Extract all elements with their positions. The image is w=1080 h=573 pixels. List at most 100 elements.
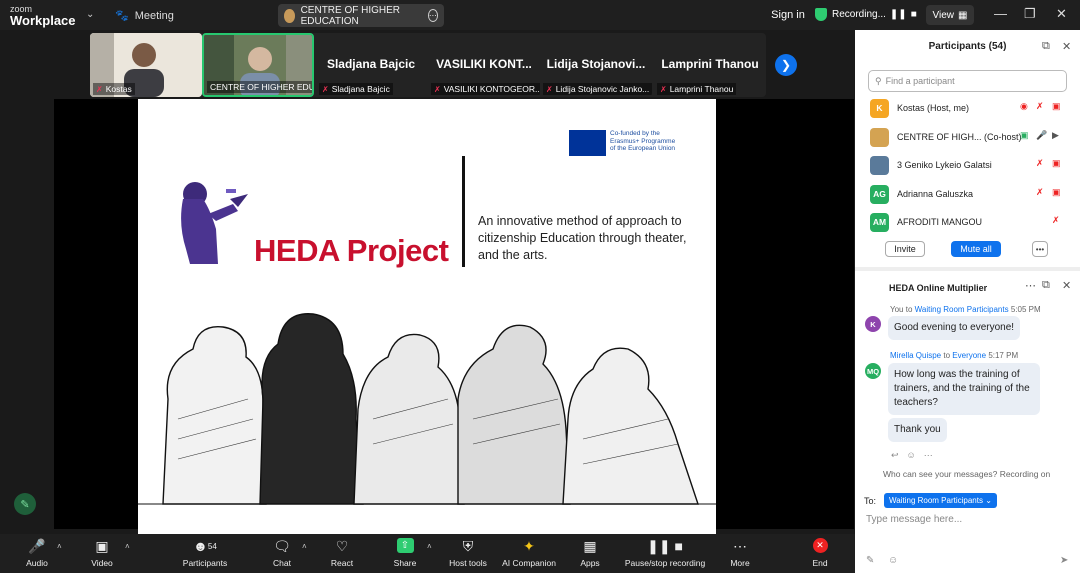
tile-label: Sladjana Bajcic [326, 57, 416, 71]
invite-button[interactable]: Invite [885, 241, 925, 257]
view-button[interactable]: View ▦ [926, 5, 974, 25]
pause-icon[interactable]: ❚❚ [890, 9, 907, 20]
participants-more-button[interactable]: ••• [1032, 241, 1048, 257]
brand-big: Workplace [10, 13, 76, 28]
sign-in-button[interactable]: Sign in [768, 5, 808, 25]
grid-icon: ▦ [958, 9, 968, 21]
more-icon[interactable]: ⋯ [924, 450, 933, 461]
chat-icon: 🗨 [273, 538, 291, 554]
recipient-dropdown[interactable]: Waiting Room Participants ⌄ [884, 493, 997, 508]
participant-row[interactable]: 3 Geniko Lykeio Galatsi ✗ ▣ [870, 152, 1070, 178]
video-button[interactable]: ▣ Video [72, 538, 132, 568]
participant-name: Kostas (Host, me) [897, 103, 970, 113]
message-meta: Mirella Quispe to Everyone 5:17 PM [890, 351, 1019, 360]
encryption-shield-icon[interactable] [815, 8, 827, 21]
view-label: View [932, 9, 955, 21]
emoji-icon[interactable]: ☺ [888, 555, 898, 566]
participant-row[interactable]: AM AFRODITI MANGOU ✗ [870, 209, 1070, 235]
video-off-icon[interactable]: ▣ [1052, 101, 1061, 112]
chevron-up-icon[interactable]: ˄ [427, 542, 432, 551]
to-label: To: [864, 495, 877, 506]
video-tile-vasiliki[interactable]: VASILIKI KONT... ✗ VASILIKI KONTOGEOR... [428, 33, 540, 97]
slide-divider [462, 156, 465, 267]
more-icon[interactable]: ⋯ [427, 9, 439, 22]
title-bar: zoom Workplace ⌄ 🐾 Meeting CENTRE OF HIG… [0, 0, 1080, 30]
popout-icon[interactable]: ⧉ [1042, 279, 1050, 292]
chevron-up-icon[interactable]: ˄ [57, 542, 62, 551]
participant-name: 3 Geniko Lykeio Galatsi [897, 160, 992, 170]
stop-icon[interactable]: ■ [911, 9, 917, 20]
video-off-icon[interactable]: ▣ [1052, 187, 1061, 198]
format-icon[interactable]: ✎ [866, 555, 874, 566]
share-button[interactable]: ⇧ Share [375, 538, 435, 568]
meeting-toolbar: 🎤 Audio ˄ ▣ Video ˄ ☻54 Participants 🗨 C… [0, 534, 855, 573]
more-button[interactable]: ⋯ More [710, 538, 770, 568]
tile-name: CENTRE OF HIGHER EDU... [207, 81, 312, 93]
tile-label: Lamprini Thanou [661, 57, 759, 71]
mic-off-icon[interactable]: ✗ [1036, 101, 1044, 112]
heart-icon: ♡ [335, 538, 349, 554]
mic-off-icon: ✗ [434, 84, 441, 94]
video-tile-centre[interactable]: CENTRE OF HIGHER EDU... [202, 33, 314, 97]
who-can-see-notice[interactable]: Who can see your messages? Recording on [883, 469, 1050, 479]
chat-message-input[interactable]: Type message here... [866, 514, 962, 525]
host-tools-button[interactable]: ⛨ Host tools [438, 538, 498, 568]
message-actions: ↩ ☺ ⋯ [891, 450, 933, 461]
video-off-icon[interactable]: ▣ [1052, 158, 1061, 169]
app-logo[interactable]: zoom Workplace [10, 4, 76, 27]
participant-row[interactable]: K Kostas (Host, me) ◉ ✗ ▣ [870, 95, 1070, 121]
mute-all-button[interactable]: Mute all [951, 241, 1001, 257]
meeting-tab[interactable]: CENTRE OF HIGHER EDUCATION ⋯ [278, 4, 444, 27]
meeting-menu[interactable]: 🐾 Meeting [115, 9, 174, 23]
tile-name: ✗ Sladjana Bajcic [319, 83, 393, 95]
apps-button[interactable]: ▦ Apps [560, 538, 620, 568]
recording-indicator[interactable]: Recording... ❚❚ ■ [832, 9, 917, 20]
sparkle-icon: ✦ [523, 538, 535, 554]
emoji-icon[interactable]: ☺ [907, 450, 916, 461]
end-button[interactable]: ✕ End [790, 538, 850, 568]
participant-search-input[interactable]: ⚲ Find a participant [868, 70, 1067, 92]
video-camera-icon: ▣ [95, 538, 109, 554]
video-icon[interactable]: ▶ [1052, 130, 1059, 141]
chevron-up-icon[interactable]: ˄ [302, 542, 307, 551]
tile-label: VASILIKI KONT... [436, 57, 532, 71]
ai-companion-button[interactable]: ✦ AI Companion [499, 538, 559, 568]
mic-off-icon[interactable]: ✗ [1052, 215, 1060, 226]
reply-icon[interactable]: ↩ [891, 450, 899, 461]
share-screen-icon: ⇧ [396, 538, 414, 553]
participants-button[interactable]: ☻54 Participants [175, 538, 235, 568]
video-tile-kostas[interactable]: ✗ Kostas [90, 33, 202, 97]
close-chat-icon[interactable]: ✕ [1062, 279, 1071, 292]
search-placeholder: Find a participant [885, 76, 955, 86]
mic-off-icon[interactable]: ✗ [1036, 187, 1044, 198]
annotate-pencil-icon[interactable]: ✎ [14, 493, 36, 515]
send-icon[interactable]: ➤ [1060, 555, 1068, 566]
chevron-down-icon[interactable]: ⌄ [86, 9, 94, 20]
chevron-right-icon: ❯ [780, 58, 792, 72]
restore-icon[interactable]: ❐ [1024, 6, 1036, 22]
chevron-up-icon[interactable]: ˄ [125, 542, 130, 551]
tile-name: ✗ Kostas [93, 83, 135, 95]
chat-message[interactable]: How long was the training of trainers, a… [888, 363, 1040, 415]
more-icon[interactable]: ⋯ [1025, 279, 1036, 292]
video-tile-sladjana[interactable]: Sladjana Bajcic ✗ Sladjana Bajcic [316, 33, 426, 97]
popout-icon[interactable]: ⧉ [1042, 40, 1050, 53]
recording-label: Recording... [832, 9, 886, 20]
mic-off-icon: 🎤 [28, 538, 46, 554]
mic-icon[interactable]: 🎤 [1036, 130, 1047, 141]
minimize-icon[interactable]: — [994, 6, 1007, 21]
close-icon[interactable]: ✕ [1056, 6, 1067, 22]
mic-off-icon[interactable]: ✗ [1036, 158, 1044, 169]
react-button[interactable]: ♡ React [312, 538, 372, 568]
video-tile-lidija[interactable]: Lidija Stojanovi... ✗ Lidija Stojanovic J… [540, 33, 652, 97]
record-icon: ◉ [1020, 101, 1028, 111]
chat-message[interactable]: Thank you [888, 418, 947, 442]
participant-row[interactable]: CENTRE OF HIGH... (Co-host) ▣ 🎤 ▶ [870, 124, 1070, 150]
meeting-tab-title: CENTRE OF HIGHER EDUCATION [300, 4, 401, 27]
participant-row[interactable]: AG Adrianna Galuszka ✗ ▣ [870, 181, 1070, 207]
video-tile-lamprini[interactable]: Lamprini Thanou ✗ Lamprini Thanou [654, 33, 766, 97]
chat-message[interactable]: Good evening to everyone! [888, 316, 1021, 340]
close-panel-icon[interactable]: ✕ [1062, 40, 1071, 53]
pause-recording-button[interactable]: ❚❚ ■ Pause/stop recording [625, 538, 705, 568]
next-page-button[interactable]: ❯ [775, 54, 797, 76]
